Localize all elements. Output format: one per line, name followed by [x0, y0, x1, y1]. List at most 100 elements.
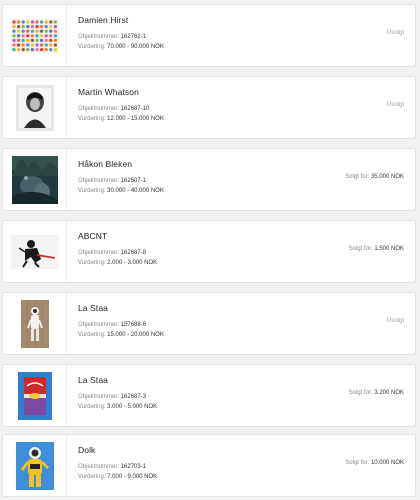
valuation-line: Vurdering: 15.000 - 20.000 NOK	[78, 332, 164, 338]
auction-item-card[interactable]: La Staa Objektnummer: 162687-3 Vurdering…	[2, 364, 416, 427]
dot-mark	[53, 38, 57, 42]
dot-mark	[48, 42, 52, 47]
status-badge: Usolgt	[386, 30, 404, 36]
dot-mark	[39, 38, 43, 42]
artist-name[interactable]: La Staa	[78, 303, 415, 313]
dot-mark	[16, 29, 20, 33]
dot-mark	[53, 42, 57, 47]
artwork-thumbnail[interactable]	[3, 365, 67, 426]
dot-mark	[34, 38, 39, 42]
dot-mark	[34, 29, 39, 33]
dot-mark	[53, 19, 57, 24]
dot-mark	[11, 19, 16, 24]
sold-price: Solgt for: 1.500 NOK	[348, 246, 404, 252]
status-badge: Usolgt	[386, 102, 404, 108]
valuation-line: Vurdering: 7.000 - 9.000 NOK	[78, 474, 158, 480]
dot-painting-image	[10, 18, 59, 53]
dot-mark	[34, 47, 39, 51]
auction-item-card[interactable]: Dolk Objektnummer: 162703-1 Vurdering: 7…	[2, 434, 416, 497]
artwork-thumbnail[interactable]	[3, 221, 67, 282]
dot-mark	[53, 24, 57, 28]
artwork-thumbnail[interactable]	[3, 149, 67, 210]
dot-mark	[34, 33, 39, 37]
portrait-print-image	[15, 84, 54, 131]
dot-mark	[25, 29, 29, 33]
auction-results-list: Damien Hirst Objektnummer: 162762-1 Vurd…	[0, 0, 420, 500]
dot-mark	[25, 47, 29, 51]
artist-name[interactable]: La Staa	[78, 375, 415, 385]
dot-mark	[11, 38, 16, 42]
dot-mark	[21, 24, 25, 28]
artist-name[interactable]: ABCNT	[78, 231, 415, 241]
valuation-line: Vurdering: 12.000 - 15.000 NOK	[78, 116, 164, 122]
artwork-thumbnail[interactable]	[3, 77, 67, 138]
dot-mark	[48, 24, 52, 28]
dot-mark	[16, 24, 20, 28]
valuation-line: Vurdering: 3.000 - 5.000 NOK	[78, 404, 158, 410]
valuation-line: Vurdering: 2.000 - 3.000 NOK	[78, 260, 158, 266]
dot-mark	[39, 24, 43, 28]
dot-mark	[16, 33, 20, 37]
dot-mark	[21, 19, 25, 24]
figure-print-image	[10, 234, 59, 269]
dot-mark	[30, 24, 34, 28]
artist-name[interactable]: Håkon Bleken	[78, 159, 415, 169]
dot-mark	[21, 29, 25, 33]
dot-mark	[25, 38, 29, 42]
artist-name[interactable]: Dolk	[78, 445, 415, 455]
dot-mark	[30, 33, 34, 37]
sold-price: Solgt for: 3.200 NOK	[348, 390, 404, 396]
dot-mark	[48, 29, 52, 33]
auction-item-card[interactable]: Damien Hirst Objektnummer: 162762-1 Vurd…	[2, 4, 416, 67]
dot-mark	[44, 42, 48, 47]
dot-mark	[11, 33, 16, 37]
object-number-line: Objektnummer: 162762-1	[78, 34, 147, 40]
artwork-thumbnail[interactable]	[3, 5, 67, 66]
dot-mark	[30, 42, 34, 47]
dot-mark	[21, 42, 25, 47]
object-number-line: Objektnummer: 157688-6	[78, 322, 147, 328]
dot-mark	[25, 19, 29, 24]
artwork-thumbnail[interactable]	[3, 293, 67, 354]
dot-mark	[44, 33, 48, 37]
dot-mark	[44, 38, 48, 42]
dot-mark	[30, 47, 34, 51]
auction-item-card[interactable]: ABCNT Objektnummer: 162687-8 Vurdering: …	[2, 220, 416, 283]
dot-mark	[11, 42, 16, 47]
dot-mark	[34, 42, 39, 47]
dot-mark	[39, 29, 43, 33]
dot-mark	[21, 38, 25, 42]
dot-mark	[30, 19, 34, 24]
dot-mark	[44, 29, 48, 33]
dot-mark	[44, 24, 48, 28]
dot-mark	[48, 38, 52, 42]
dot-mark	[16, 47, 20, 51]
object-number-line: Objektnummer: 162687-10	[78, 106, 150, 112]
dot-mark	[48, 33, 52, 37]
dot-mark	[53, 33, 57, 37]
auction-item-card[interactable]: Martin Whatson Objektnummer: 162687-10 V…	[2, 76, 416, 139]
dot-mark	[30, 38, 34, 42]
dot-mark	[11, 29, 16, 33]
dot-mark	[25, 42, 29, 47]
dot-mark	[21, 47, 25, 51]
dot-mark	[44, 47, 48, 51]
dot-mark	[34, 24, 39, 28]
dot-mark	[30, 29, 34, 33]
dot-mark	[48, 19, 52, 24]
dot-mark	[39, 19, 43, 24]
artist-name[interactable]: Martin Whatson	[78, 87, 415, 97]
artist-name[interactable]: Damien Hirst	[78, 15, 415, 25]
auction-item-card[interactable]: La Staa Objektnummer: 157688-6 Vurdering…	[2, 292, 416, 355]
valuation-line: Vurdering: 30.000 - 40.000 NOK	[78, 188, 164, 194]
astronaut-image	[15, 441, 54, 490]
dot-mark	[21, 33, 25, 37]
dark-painting-image	[11, 155, 58, 204]
dot-mark	[25, 33, 29, 37]
dot-mark	[39, 33, 43, 37]
auction-item-card[interactable]: Håkon Bleken Objektnummer: 162507-1 Vurd…	[2, 148, 416, 211]
dot-mark	[39, 47, 43, 51]
dot-mark	[53, 47, 57, 51]
artwork-thumbnail[interactable]	[3, 435, 67, 496]
dot-mark	[44, 19, 48, 24]
